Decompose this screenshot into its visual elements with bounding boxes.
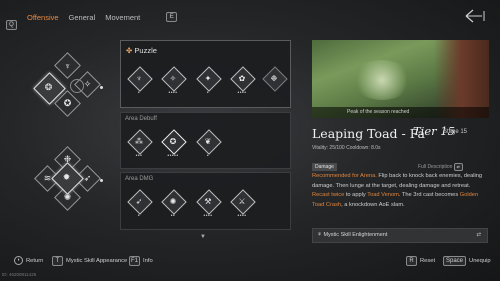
skill-preview-image: Peak of the season reached bbox=[312, 40, 489, 118]
toad-icon: ❂ bbox=[44, 82, 53, 92]
damage-tag: Damage bbox=[312, 163, 337, 171]
info-key: F1 bbox=[129, 256, 141, 266]
unequip-label: Unequip bbox=[469, 258, 491, 264]
tab-general[interactable]: General bbox=[67, 13, 98, 22]
antler-icon: ♆ bbox=[136, 73, 142, 83]
wheel1-indicator bbox=[100, 86, 103, 89]
back-arrow-icon[interactable] bbox=[464, 8, 486, 24]
mask-icon: ✪ bbox=[63, 98, 72, 108]
swap-icon: ⇄ bbox=[476, 232, 481, 238]
version-id: ID: 46200811426 bbox=[2, 272, 37, 277]
full-description-toggle[interactable]: Full Description ⇄ bbox=[418, 163, 463, 171]
skill-wheel-2: ❉ ➶ ≋ ✺ ✹ bbox=[28, 146, 108, 216]
burst-icon: ❉ bbox=[270, 73, 278, 83]
skill-description: Recommended for Arena. Flip back to knoc… bbox=[312, 172, 488, 210]
claw-icon: ✧ bbox=[169, 73, 177, 83]
appearance-label: Mystic Skill Appearance bbox=[66, 258, 128, 264]
appearance-key: T bbox=[52, 256, 63, 266]
full-description-label: Full Description bbox=[418, 164, 453, 170]
tab-bar: Offensive General Movement E bbox=[25, 10, 178, 24]
wheel1-center-ring bbox=[70, 79, 84, 93]
e-key[interactable]: E bbox=[166, 12, 178, 22]
enlightenment-icon: ⚘ bbox=[317, 232, 322, 238]
q-key[interactable]: Q bbox=[6, 13, 17, 31]
reset-action[interactable]: R Reset bbox=[406, 256, 435, 266]
return-label: Return bbox=[26, 257, 44, 264]
enlightenment-label: Mystic Skill Enlightenment bbox=[323, 232, 388, 238]
skill-stats: Vitality: 25/100 Cooldown: 8.0s bbox=[312, 145, 381, 151]
spiral-icon: ✿ bbox=[238, 73, 246, 83]
area-dmg-panel: Area DMG ➶ • ✺ •• ⚒ •••• ⚔ •••• bbox=[120, 172, 291, 230]
shards-icon: ⁂ bbox=[135, 136, 143, 146]
desc-part-4: , a knockdown AoE slam. bbox=[341, 201, 405, 208]
desc-recommended: Recommended for Arena. bbox=[312, 173, 377, 179]
reset-label: Reset bbox=[420, 258, 436, 264]
antler-icon: ♆ bbox=[64, 60, 71, 71]
dmg-skill-3-level: •••• bbox=[203, 213, 213, 219]
swirl-icon: ✪ bbox=[169, 136, 177, 146]
desc-recast: Recast twice bbox=[312, 192, 345, 199]
slash-icon: ✦ bbox=[204, 73, 212, 83]
skill-stage: Stage 15 bbox=[443, 129, 468, 135]
whirl-icon: ✺ bbox=[169, 196, 177, 206]
blade-icon: ⚔ bbox=[238, 196, 246, 206]
puzzle-panel: ✤ Puzzle ♆ • ✧ •••• ✦ • ✿ •••• ❉ bbox=[120, 40, 291, 108]
puzzle-header: ✤ Puzzle bbox=[121, 41, 290, 60]
return-action[interactable]: ◖ Return bbox=[14, 256, 43, 265]
debuff-skill-3-level: • bbox=[206, 153, 210, 159]
mouse-icon: ◖ bbox=[14, 256, 23, 265]
skill-name: Leaping Toad - Fa bbox=[312, 126, 425, 141]
spear-icon: ➶ bbox=[135, 196, 143, 206]
debuff-skill-2-level: ••••• bbox=[167, 153, 179, 159]
wings-icon: ❦ bbox=[204, 136, 212, 146]
toggle-icon: ⇄ bbox=[453, 163, 463, 171]
tab-offensive[interactable]: Offensive bbox=[25, 13, 61, 22]
desc-part-2: to apply bbox=[344, 192, 368, 199]
area-dmg-title: Area DMG bbox=[125, 176, 154, 182]
dmg-skill-2-level: •• bbox=[170, 213, 176, 219]
reset-key: R bbox=[406, 256, 417, 266]
area-debuff-title: Area Debuff bbox=[125, 116, 157, 122]
dmg-skill-4-level: •••• bbox=[237, 213, 247, 219]
puzzle-skill-1-level: • bbox=[137, 90, 141, 96]
puzzle-skill-3-level: • bbox=[206, 90, 210, 96]
info-label: Info bbox=[143, 258, 153, 264]
desc-venom: Toad Venom bbox=[367, 192, 399, 199]
wheel2-indicator bbox=[100, 179, 103, 182]
area-debuff-panel: Area Debuff ⁂ ••• ✪ ••••• ❦ • bbox=[120, 112, 291, 169]
appearance-action[interactable]: T Mystic Skill Appearance bbox=[52, 256, 127, 266]
preview-caption: Peak of the season reached bbox=[312, 107, 489, 118]
claws-icon: ⚒ bbox=[204, 196, 212, 206]
info-action[interactable]: F1 Info bbox=[129, 256, 153, 266]
tab-movement[interactable]: Movement bbox=[103, 13, 142, 22]
dmg-skill-1-level: • bbox=[137, 213, 141, 219]
unequip-key: Space bbox=[443, 256, 467, 266]
scroll-down-icon[interactable]: ▼ bbox=[200, 234, 206, 240]
puzzle-skill-4-level: •••• bbox=[237, 90, 247, 96]
desc-part-3: . The 3rd cast becomes bbox=[398, 192, 460, 199]
puzzle-title: Puzzle bbox=[134, 46, 157, 55]
debuff-skill-1-level: ••• bbox=[135, 153, 143, 159]
whirl-icon: ✹ bbox=[62, 172, 71, 182]
enlightenment-button[interactable]: ⚘ Mystic Skill Enlightenment ⇄ bbox=[312, 228, 488, 243]
unequip-action[interactable]: Space Unequip bbox=[443, 256, 491, 266]
puzzle-skill-2-level: •••• bbox=[168, 90, 178, 96]
puzzle-icon: ✤ bbox=[126, 46, 133, 55]
skill-wheel-1: ♆ ✧ ❂ ✪ bbox=[28, 52, 108, 122]
